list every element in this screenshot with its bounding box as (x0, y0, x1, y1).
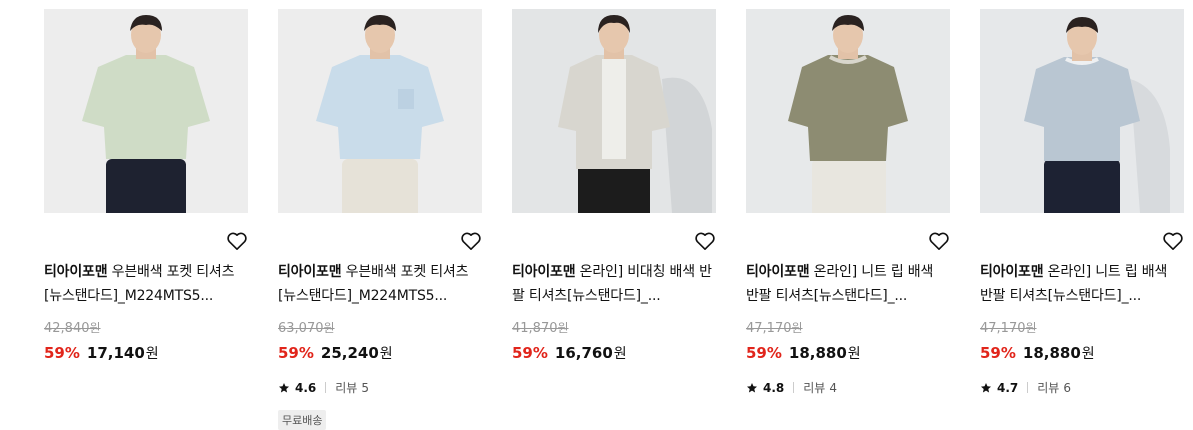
wishlist-heart-icon[interactable] (226, 231, 248, 251)
original-price-value: 47,170 (746, 321, 792, 336)
star-icon (747, 382, 757, 392)
original-price: 47,170원 (746, 319, 803, 336)
rating-score: 4.8 (763, 380, 785, 395)
sale-price: 17,140 (86, 344, 145, 362)
brand-name: 티아이포맨 (278, 264, 342, 280)
original-price-value: 63,070 (278, 321, 324, 336)
product-title[interactable]: 티아이포맨 온라인] 니트 립 배색 반팔 티셔츠[뉴스탠다드]_... (980, 260, 1184, 308)
price-line: 59% 18,880 원 (746, 343, 861, 363)
currency-unit: 원 (557, 321, 569, 335)
currency-unit: 원 (791, 321, 803, 335)
wishlist-heart-icon[interactable] (460, 231, 482, 251)
original-price: 47,170원 (980, 319, 1037, 336)
currency-unit: 원 (323, 321, 335, 335)
original-price-value: 41,870 (512, 321, 558, 336)
product-title[interactable]: 티아이포맨 온라인] 비대칭 배색 반팔 티셔츠[뉴스탠다드]_... (512, 260, 716, 308)
review-label: 리뷰 (1037, 381, 1060, 395)
rating-row: 4.6 리뷰 5 (278, 379, 369, 396)
product-card[interactable]: 티아이포맨 온라인] 니트 립 배색 반팔 티셔츠[뉴스탠다드]_... 47,… (746, 9, 950, 426)
divider (793, 382, 795, 393)
original-price: 41,870원 (512, 319, 569, 336)
wishlist-heart-icon[interactable] (928, 231, 950, 251)
product-image[interactable] (980, 9, 1184, 213)
review-count: 5 (361, 380, 369, 395)
product-photo (746, 9, 950, 213)
product-title[interactable]: 티아이포맨 우븐배색 포켓 티셔츠[뉴스탠다드]_M224MTS5... (44, 260, 248, 308)
rating-score: 4.6 (295, 380, 317, 395)
product-image[interactable] (746, 9, 950, 213)
star-icon (279, 382, 289, 392)
price-line: 59% 16,760 원 (512, 343, 627, 363)
product-card[interactable]: 티아이포맨 온라인] 비대칭 배색 반팔 티셔츠[뉴스탠다드]_... 41,8… (512, 9, 716, 426)
product-image[interactable] (512, 9, 716, 213)
currency-unit: 원 (847, 346, 861, 362)
currency-unit: 원 (379, 346, 393, 362)
price-line: 59% 25,240 원 (278, 343, 393, 363)
star-icon (981, 382, 991, 392)
wishlist-heart-icon[interactable] (694, 231, 716, 251)
discount-rate: 59% (44, 344, 80, 362)
original-price-value: 42,840 (44, 321, 90, 336)
sale-price: 25,240 (320, 344, 379, 362)
product-card[interactable]: 티아이포맨 온라인] 니트 립 배색 반팔 티셔츠[뉴스탠다드]_... 47,… (980, 9, 1184, 426)
original-price-value: 47,170 (980, 321, 1026, 336)
currency-unit: 원 (1081, 346, 1095, 362)
review-count: 4 (829, 380, 837, 395)
currency-unit: 원 (145, 346, 159, 362)
product-card[interactable]: 티아이포맨 우븐배색 포켓 티셔츠[뉴스탠다드]_M224MTS5... 42,… (44, 9, 248, 426)
brand-name: 티아이포맨 (980, 264, 1044, 280)
currency-unit: 원 (1025, 321, 1037, 335)
original-price: 42,840원 (44, 319, 101, 336)
discount-rate: 59% (980, 344, 1016, 362)
review-count: 6 (1063, 380, 1071, 395)
product-photo (44, 9, 248, 213)
discount-rate: 59% (512, 344, 548, 362)
review-label: 리뷰 (803, 381, 826, 395)
original-price: 63,070원 (278, 319, 335, 336)
brand-name: 티아이포맨 (512, 264, 576, 280)
brand-name: 티아이포맨 (44, 264, 108, 280)
product-image[interactable] (44, 9, 248, 213)
sale-price: 18,880 (1022, 344, 1081, 362)
product-photo (512, 9, 716, 213)
product-image[interactable] (278, 9, 482, 213)
product-grid: 티아이포맨 우븐배색 포켓 티셔츠[뉴스탠다드]_M224MTS5... 42,… (0, 0, 1193, 430)
price-line: 59% 18,880 원 (980, 343, 1095, 363)
divider (325, 382, 327, 393)
sale-price: 16,760 (554, 344, 613, 362)
currency-unit: 원 (89, 321, 101, 335)
discount-rate: 59% (278, 344, 314, 362)
brand-name: 티아이포맨 (746, 264, 810, 280)
discount-rate: 59% (746, 344, 782, 362)
product-title[interactable]: 티아이포맨 온라인] 니트 립 배색 반팔 티셔츠[뉴스탠다드]_... (746, 260, 950, 308)
rating-score: 4.7 (997, 380, 1019, 395)
rating-row: 4.8 리뷰 4 (746, 379, 837, 396)
rating-row: 4.7 리뷰 6 (980, 379, 1071, 396)
wishlist-heart-icon[interactable] (1162, 231, 1184, 251)
divider (1027, 382, 1029, 393)
product-card[interactable]: 티아이포맨 우븐배색 포켓 티셔츠[뉴스탠다드]_M224MTS5... 63,… (278, 9, 482, 430)
free-shipping-badge: 무료배송 (278, 410, 327, 430)
review-label: 리뷰 (335, 381, 358, 395)
product-photo (278, 9, 482, 213)
product-title[interactable]: 티아이포맨 우븐배색 포켓 티셔츠[뉴스탠다드]_M224MTS5... (278, 260, 482, 308)
price-line: 59% 17,140 원 (44, 343, 159, 363)
currency-unit: 원 (613, 346, 627, 362)
product-photo (980, 9, 1184, 213)
sale-price: 18,880 (788, 344, 847, 362)
